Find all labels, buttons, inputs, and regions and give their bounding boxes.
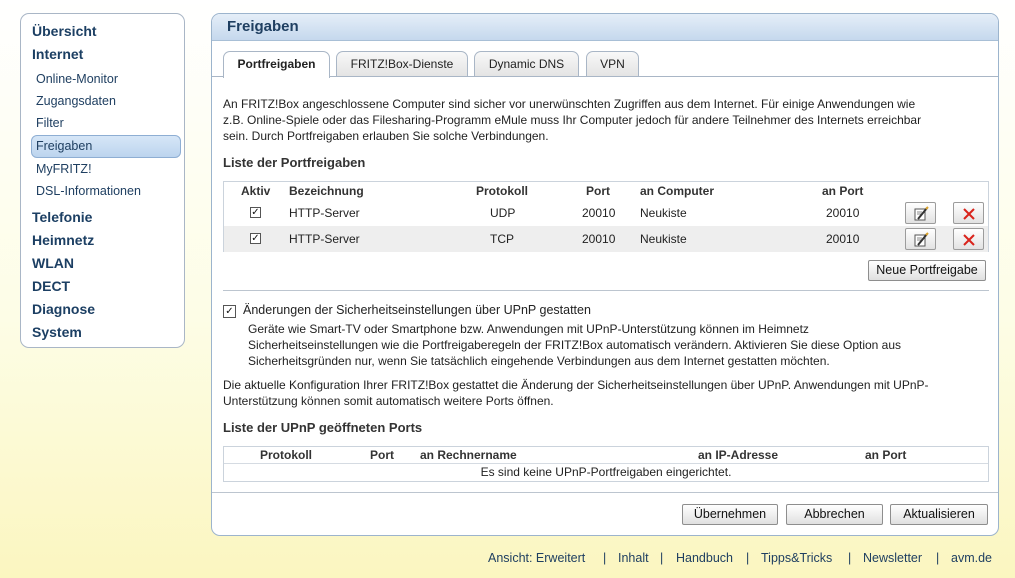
divider <box>223 290 989 291</box>
upnp-ports-table: Protokoll Port an Rechnername an IP-Adre… <box>223 446 989 482</box>
footer-separator: | <box>936 551 940 565</box>
row-name: HTTP-Server <box>289 206 360 220</box>
footer-separator: | <box>660 551 664 565</box>
nav-wlan[interactable]: WLAN <box>32 255 74 271</box>
upnp-ports-heading: Liste der UPnP geöffneten Ports <box>223 420 423 435</box>
nav-diagnose[interactable]: Diagnose <box>32 301 95 317</box>
col-an-computer: an Computer <box>640 184 715 198</box>
footer-separator: | <box>603 551 607 565</box>
nav-dsl-informationen[interactable]: DSL-Informationen <box>36 184 141 198</box>
row-protocol: UDP <box>490 206 516 220</box>
edit-button[interactable] <box>905 202 936 224</box>
col-bezeichnung: Bezeichnung <box>289 184 364 198</box>
nav-uebersicht[interactable]: Übersicht <box>32 23 97 39</box>
delete-button[interactable] <box>953 228 984 250</box>
edit-icon <box>914 206 929 221</box>
config-note-2: Unterstützung können somit automatisch w… <box>223 394 554 408</box>
upnp-col-port: Port <box>370 448 394 462</box>
tab-fritzbox-dienste[interactable]: FRITZ!Box-Dienste <box>336 51 468 77</box>
col-protokoll: Protokoll <box>476 184 529 198</box>
footer-separator: | <box>746 551 750 565</box>
row-protocol: TCP <box>490 232 514 246</box>
nav-online-monitor[interactable]: Online-Monitor <box>36 72 118 86</box>
table-row: ✓ HTTP-Server UDP 20010 Neukiste 20010 <box>224 200 988 226</box>
nav-dect[interactable]: DECT <box>32 278 70 294</box>
edit-icon <box>914 232 929 247</box>
intro-line-1: An FRITZ!Box angeschlossene Computer sin… <box>223 97 916 111</box>
footer-link-tipps[interactable]: Tipps&Tricks <box>761 551 832 565</box>
row-name: HTTP-Server <box>289 232 360 246</box>
footer-link-avm[interactable]: avm.de <box>951 551 992 565</box>
row-active-checkbox[interactable]: ✓ <box>250 233 261 244</box>
cancel-button[interactable]: Abbrechen <box>786 504 883 525</box>
upnp-col-ip-adresse: an IP-Adresse <box>698 448 779 462</box>
apply-button[interactable]: Übernehmen <box>682 504 778 525</box>
upnp-col-protokoll: Protokoll <box>260 448 313 462</box>
upnp-empty-message: Es sind keine UPnP-Portfreigaben eingeri… <box>480 465 732 479</box>
footer-link-handbuch[interactable]: Handbuch <box>676 551 733 565</box>
delete-icon <box>962 234 975 247</box>
edit-button[interactable] <box>905 228 936 250</box>
main-panel: Freigaben Portfreigaben FRITZ!Box-Dienst… <box>211 13 999 536</box>
portfreigaben-table: Aktiv Bezeichnung Protokoll Port an Comp… <box>223 181 989 252</box>
row-port: 20010 <box>582 206 616 220</box>
intro-line-2: z.B. Online-Spiele oder das Filesharing-… <box>223 113 922 127</box>
portfreigaben-heading: Liste der Portfreigaben <box>223 155 366 170</box>
nav-heimnetz[interactable]: Heimnetz <box>32 232 94 248</box>
nav-freigaben[interactable]: Freigaben <box>36 139 92 153</box>
row-to-port: 20010 <box>826 206 860 220</box>
config-note-1: Die aktuelle Konfiguration Ihrer FRITZ!B… <box>223 378 929 392</box>
table-row: ✓ HTTP-Server TCP 20010 Neukiste 20010 <box>224 226 988 252</box>
row-computer: Neukiste <box>640 232 687 246</box>
nav-internet[interactable]: Internet <box>32 46 83 62</box>
panel-header: Freigaben <box>212 14 998 41</box>
col-an-port: an Port <box>822 184 864 198</box>
upnp-desc-1: Geräte wie Smart-TV oder Smartphone bzw.… <box>248 322 809 336</box>
intro-line-3: sein. Durch Portfreigaben erlauben Sie s… <box>223 129 549 143</box>
page-title: Freigaben <box>227 18 299 35</box>
nav-system[interactable]: System <box>32 324 82 340</box>
footer-separator: | <box>848 551 852 565</box>
delete-icon <box>962 208 975 221</box>
upnp-checkbox[interactable]: ✓ <box>223 305 236 318</box>
nav-filter[interactable]: Filter <box>36 116 64 130</box>
nav-myfritz[interactable]: MyFRITZ! <box>36 162 92 176</box>
tab-vpn[interactable]: VPN <box>586 51 639 77</box>
upnp-desc-3: Sicherheitsgründen nur, wenn Sie tatsäch… <box>248 354 830 368</box>
tab-portfreigaben[interactable]: Portfreigaben <box>223 51 330 78</box>
row-port: 20010 <box>582 232 616 246</box>
footer-link-inhalt[interactable]: Inhalt <box>618 551 649 565</box>
col-aktiv: Aktiv <box>241 184 271 198</box>
footer-link-newsletter[interactable]: Newsletter <box>863 551 922 565</box>
upnp-col-rechnername: an Rechnername <box>420 448 517 462</box>
sidebar: Übersicht Internet Online-Monitor Zugang… <box>20 13 185 348</box>
divider <box>212 492 998 493</box>
upnp-checkbox-label[interactable]: Änderungen der Sicherheitseinstellungen … <box>243 302 591 318</box>
delete-button[interactable] <box>953 202 984 224</box>
upnp-col-an-port: an Port <box>865 448 907 462</box>
upnp-desc-2: Sicherheitseinstellungen wie die Portfre… <box>248 338 902 352</box>
nav-zugangsdaten[interactable]: Zugangsdaten <box>36 94 116 108</box>
row-active-checkbox[interactable]: ✓ <box>250 207 261 218</box>
row-to-port: 20010 <box>826 232 860 246</box>
col-port: Port <box>586 184 610 198</box>
tab-dynamic-dns[interactable]: Dynamic DNS <box>474 51 579 77</box>
footer-link-ansicht[interactable]: Ansicht: Erweitert <box>488 551 585 565</box>
row-computer: Neukiste <box>640 206 687 220</box>
refresh-button[interactable]: Aktualisieren <box>890 504 988 525</box>
nav-telefonie[interactable]: Telefonie <box>32 209 92 225</box>
new-port-forwarding-button[interactable]: Neue Portfreigabe <box>868 260 986 281</box>
